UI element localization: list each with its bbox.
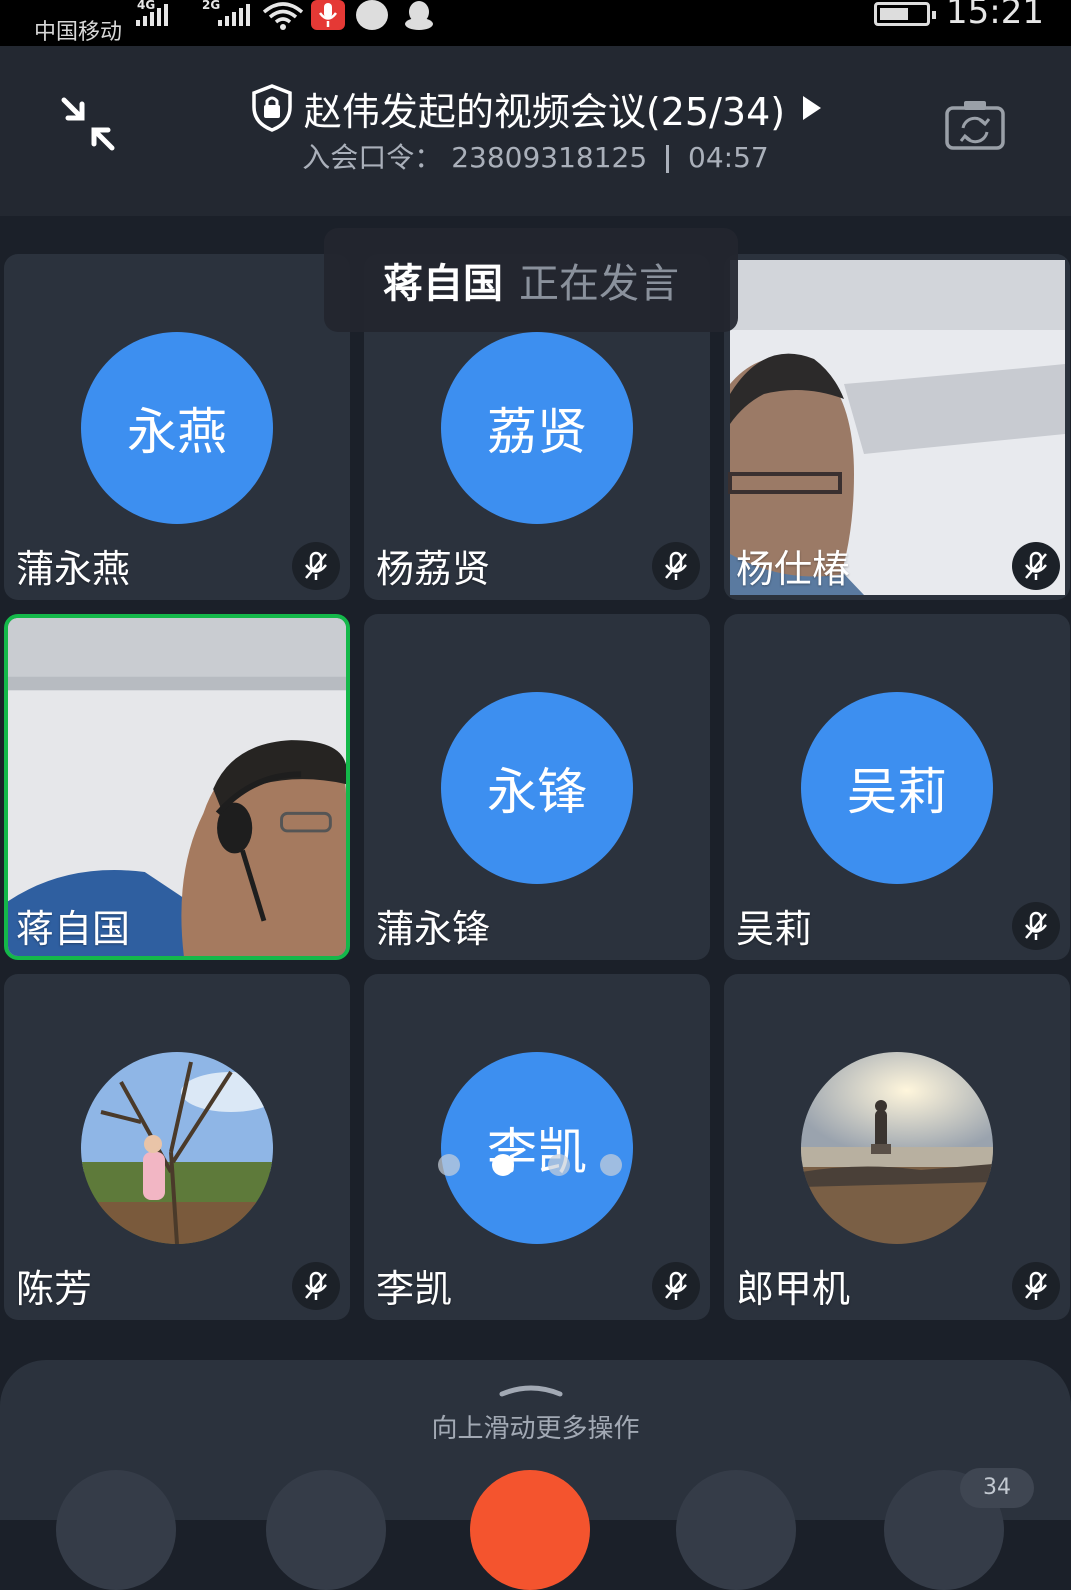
meeting-info: 入会口令： 23809318125 04:57 bbox=[0, 136, 1071, 176]
meeting-title-row[interactable]: 赵伟发起的视频会议(25/34) bbox=[0, 80, 1071, 136]
muted-mic-icon bbox=[1012, 902, 1060, 950]
avatar: 李凯 bbox=[441, 1052, 633, 1244]
carrier-label: 中国移动 bbox=[34, 20, 123, 45]
battery-icon bbox=[874, 2, 936, 26]
muted-mic-icon bbox=[1012, 542, 1060, 590]
switch-camera-icon[interactable] bbox=[944, 98, 1006, 152]
muted-mic-icon bbox=[1012, 1262, 1060, 1310]
clock: 15:21 bbox=[946, 0, 1044, 32]
camera-toggle-button[interactable] bbox=[266, 1470, 386, 1590]
hang-up-button[interactable] bbox=[470, 1470, 590, 1590]
muted-mic-icon bbox=[292, 1262, 340, 1310]
muted-mic-icon bbox=[652, 1262, 700, 1310]
speaking-status: 正在发言 bbox=[519, 261, 679, 307]
swipe-up-hint: 向上滑动更多操作 bbox=[431, 1414, 640, 1444]
participant-tile[interactable]: 永锋 蒲永锋 bbox=[364, 614, 710, 960]
passcode-value: 23809318125 bbox=[451, 141, 648, 174]
meeting-title: 赵伟发起的视频会议(25/34) bbox=[303, 89, 786, 134]
profile-photo bbox=[81, 1052, 273, 1244]
play-arrow-icon bbox=[803, 96, 822, 120]
participant-name: 陈芳 bbox=[16, 1267, 93, 1311]
participant-tile[interactable]: 永燕 蒲永燕 bbox=[4, 254, 350, 600]
participant-name: 吴莉 bbox=[736, 907, 813, 951]
participant-tile[interactable]: 李凯 李凯 bbox=[364, 974, 710, 1320]
muted-mic-icon bbox=[292, 542, 340, 590]
app-notification-icon bbox=[356, 0, 388, 30]
divider bbox=[666, 145, 670, 173]
speaker-name: 蒋自国 bbox=[383, 261, 503, 307]
status-bar: 中国移动 4G 2G 15:21 bbox=[0, 0, 1071, 46]
active-speaker-tile[interactable]: 蒋自国 bbox=[4, 614, 350, 960]
avatar: 永燕 bbox=[81, 332, 273, 524]
participant-count-badge: 34 bbox=[960, 1468, 1034, 1508]
lock-shield-icon bbox=[252, 84, 292, 132]
qq-icon bbox=[405, 1, 433, 30]
participant-tile[interactable]: 陈芳 bbox=[4, 974, 350, 1320]
participant-name: 蒋自国 bbox=[16, 907, 131, 951]
page-dot[interactable] bbox=[600, 1154, 622, 1176]
speaker-toggle-button[interactable] bbox=[676, 1470, 796, 1590]
muted-mic-icon bbox=[652, 542, 700, 590]
participant-name: 蒲永锋 bbox=[376, 907, 491, 951]
page-dot[interactable] bbox=[438, 1154, 460, 1176]
wifi-icon bbox=[262, 2, 304, 30]
participant-name: 杨荔贤 bbox=[376, 547, 491, 591]
participant-tile[interactable]: 郎甲机 bbox=[724, 974, 1070, 1320]
meeting-duration: 04:57 bbox=[688, 141, 769, 174]
participant-name: 杨仕椿 bbox=[736, 547, 851, 591]
avatar: 荔贤 bbox=[441, 332, 633, 524]
speaking-toast: 蒋自国 正在发言 bbox=[324, 228, 738, 332]
mic-toggle-button[interactable] bbox=[56, 1470, 176, 1590]
page-dot[interactable] bbox=[548, 1154, 570, 1176]
page-indicator[interactable] bbox=[438, 1154, 628, 1178]
passcode-label: 入会口令： bbox=[302, 141, 443, 174]
mic-in-use-icon bbox=[311, 0, 345, 30]
participant-tile[interactable]: 吴莉 吴莉 bbox=[724, 614, 1070, 960]
chevron-up-icon[interactable] bbox=[498, 1380, 564, 1400]
participant-name: 郎甲机 bbox=[736, 1267, 851, 1311]
page-dot-current[interactable] bbox=[492, 1154, 514, 1176]
participant-tile[interactable]: 杨仕椿 bbox=[724, 254, 1070, 600]
signal-icon bbox=[136, 4, 168, 26]
signal-icon bbox=[218, 4, 250, 26]
participant-name: 蒲永燕 bbox=[16, 547, 131, 591]
profile-photo bbox=[801, 1052, 993, 1244]
participant-name: 李凯 bbox=[376, 1267, 453, 1311]
avatar: 吴莉 bbox=[801, 692, 993, 884]
avatar: 永锋 bbox=[441, 692, 633, 884]
